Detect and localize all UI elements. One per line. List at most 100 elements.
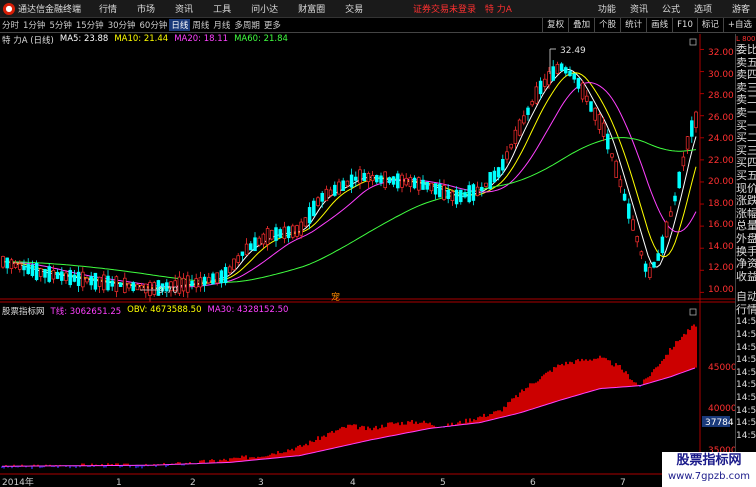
candle-body	[253, 237, 257, 252]
btn-f10[interactable]: F10	[672, 18, 697, 32]
tick-time: 14:55	[736, 317, 756, 328]
candle-body	[349, 174, 354, 188]
candle-body	[375, 175, 379, 183]
menu-zixun[interactable]: 资讯	[175, 2, 193, 15]
candle-body	[219, 270, 224, 284]
period-30min[interactable]: 30分钟	[106, 19, 138, 31]
period-monthly[interactable]: 月线	[211, 19, 232, 31]
candle-body	[337, 181, 341, 195]
candle-body	[72, 274, 77, 282]
candle-body	[68, 269, 72, 286]
period-weekly[interactable]: 周线	[190, 19, 211, 31]
candle-body	[316, 197, 320, 207]
candle-body	[5, 257, 9, 269]
candle-body	[513, 129, 518, 144]
candle-body	[690, 120, 694, 137]
time-tick: 3	[258, 478, 264, 487]
time-tick: 2014年	[2, 476, 34, 487]
btn-tongji[interactable]: 统计	[620, 18, 646, 32]
quote-label: 卖二	[736, 94, 756, 107]
candle-body	[291, 225, 295, 238]
menu-wenxiaoda[interactable]: 问小达	[251, 2, 278, 15]
menu-shichang[interactable]: 市场	[137, 2, 155, 15]
price-tick: 28.00	[708, 91, 734, 101]
candle-body	[270, 229, 274, 240]
candle-body	[580, 82, 585, 100]
candle-body	[261, 233, 266, 245]
candle-body	[333, 184, 337, 196]
quote-label: 换手	[736, 245, 756, 258]
candle-body	[207, 277, 211, 284]
btn-fuquan[interactable]: 复权	[542, 18, 568, 32]
quote-label: 委比	[736, 44, 756, 56]
candle-body	[76, 271, 81, 286]
period-5min[interactable]: 5分钟	[47, 19, 73, 31]
menu-hangqing[interactable]: 行情	[99, 2, 117, 15]
period-daily[interactable]: 日线	[169, 19, 191, 31]
price-tick: 26.00	[708, 113, 734, 123]
candle-body	[442, 185, 446, 200]
obv-tick: 45000	[708, 363, 735, 373]
candle-body	[362, 172, 366, 182]
period-fenshi[interactable]: 分时	[0, 19, 21, 31]
menu-gongneng[interactable]: 功能	[598, 2, 616, 15]
period-more[interactable]: 更多	[262, 19, 283, 31]
candle-body	[559, 63, 564, 71]
candle-body	[496, 167, 501, 178]
event-mark: 宠	[331, 291, 340, 303]
candle-body	[152, 282, 156, 295]
candle-body	[307, 207, 312, 224]
quote-label: 净资	[736, 258, 756, 271]
panel-settings-icon[interactable]	[689, 38, 697, 46]
period-1min[interactable]: 1分钟	[21, 19, 47, 31]
obv-tick: 40000	[708, 404, 735, 414]
candle-body	[55, 271, 60, 279]
tick-time: 14:55	[736, 430, 756, 441]
menu-jiaoyi[interactable]: 交易	[345, 2, 363, 15]
site-watermark: 股票指标网 www.7gpzb.com	[662, 452, 756, 487]
menu-xuanxiang[interactable]: 选项	[694, 2, 712, 15]
menu-zixun-right[interactable]: 资讯	[630, 2, 648, 15]
candle-body	[417, 177, 421, 191]
kline-chart[interactable]: 32.00 30.00 28.00 26.00 24.00 22.00 20.0…	[0, 34, 735, 487]
candle-body	[408, 177, 413, 187]
candle-body	[85, 277, 89, 283]
candle-body	[118, 282, 123, 287]
menu-gongshi[interactable]: 公式	[662, 2, 680, 15]
candle-body	[303, 217, 308, 227]
menu-caifuquan[interactable]: 财富圈	[298, 2, 325, 15]
candle-body	[585, 95, 589, 102]
btn-biaoji[interactable]: 标记	[696, 18, 723, 32]
watermark-url: www.7gpzb.com	[668, 471, 750, 482]
guest-label[interactable]: 游客	[732, 2, 750, 15]
time-tick: 1	[116, 478, 122, 487]
btn-add-favorite[interactable]: +自选	[722, 18, 756, 32]
candle-body	[534, 86, 539, 104]
menu-gongju[interactable]: 工具	[213, 2, 231, 15]
candle-body	[429, 182, 434, 192]
btn-gegu[interactable]: 个股	[594, 18, 620, 32]
candle-body	[282, 226, 287, 239]
candle-body	[564, 67, 568, 74]
candle-body	[228, 266, 232, 273]
period-60min[interactable]: 60分钟	[138, 19, 170, 31]
quote-label: 收益	[736, 270, 756, 283]
price-axis: 32.00 30.00 28.00 26.00 24.00 22.00 20.0…	[708, 48, 734, 295]
login-notice[interactable]: 证券交易未登录 特 力A	[413, 2, 512, 15]
auto-label[interactable]: 自动	[736, 291, 756, 304]
time-tick: 2	[190, 478, 196, 487]
btn-diejia[interactable]: 叠加	[568, 18, 594, 32]
candle-body	[295, 225, 299, 237]
period-15min[interactable]: 15分钟	[74, 19, 106, 31]
candle-body	[26, 264, 30, 275]
candle-body	[135, 284, 140, 291]
candle-body	[404, 177, 408, 186]
candle-body	[484, 182, 488, 187]
candle-body	[320, 192, 324, 202]
sub-panel-settings-icon[interactable]	[689, 308, 697, 316]
candle-body	[13, 262, 18, 268]
period-multi[interactable]: 多周期	[232, 19, 262, 31]
toolbar-right: 复权 叠加 个股 统计 画线 F10 标记 +自选	[542, 18, 756, 32]
btn-huaxian[interactable]: 画线	[646, 18, 672, 32]
candle-body	[677, 171, 681, 189]
